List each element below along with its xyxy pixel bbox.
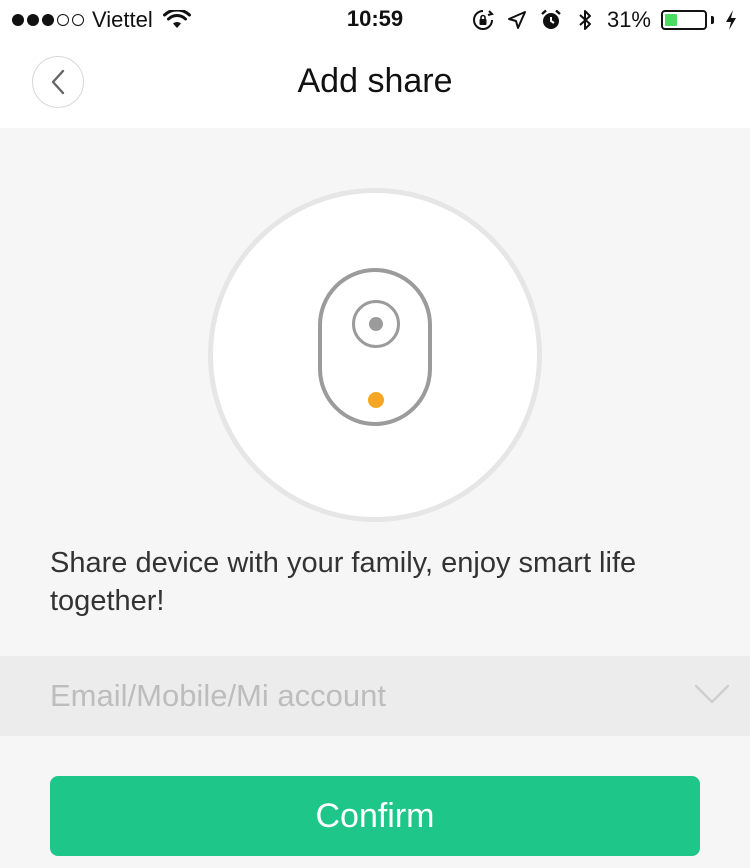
location-arrow-icon [507,11,526,29]
header: Add share [0,40,750,128]
account-input[interactable] [50,656,670,736]
share-description: Share device with your family, enjoy sma… [50,547,637,617]
battery-level [665,14,677,26]
status-right: 31% [471,6,738,34]
chevron-down-icon[interactable] [694,680,730,710]
rotation-lock-icon [472,10,494,30]
alarm-icon [541,9,561,29]
account-input-row [0,656,750,736]
battery-icon [661,10,714,30]
camera-lens-icon [352,300,400,348]
status-bar: Viettel 10:59 31% [0,0,750,40]
smart-camera-device-icon [318,268,432,426]
status-led-icon [368,392,384,408]
charging-bolt-icon [726,10,736,30]
battery-percent: 31% [606,7,651,32]
page-title: Add share [297,62,453,100]
confirm-button[interactable]: Confirm [50,776,700,856]
bluetooth-icon [579,10,591,30]
